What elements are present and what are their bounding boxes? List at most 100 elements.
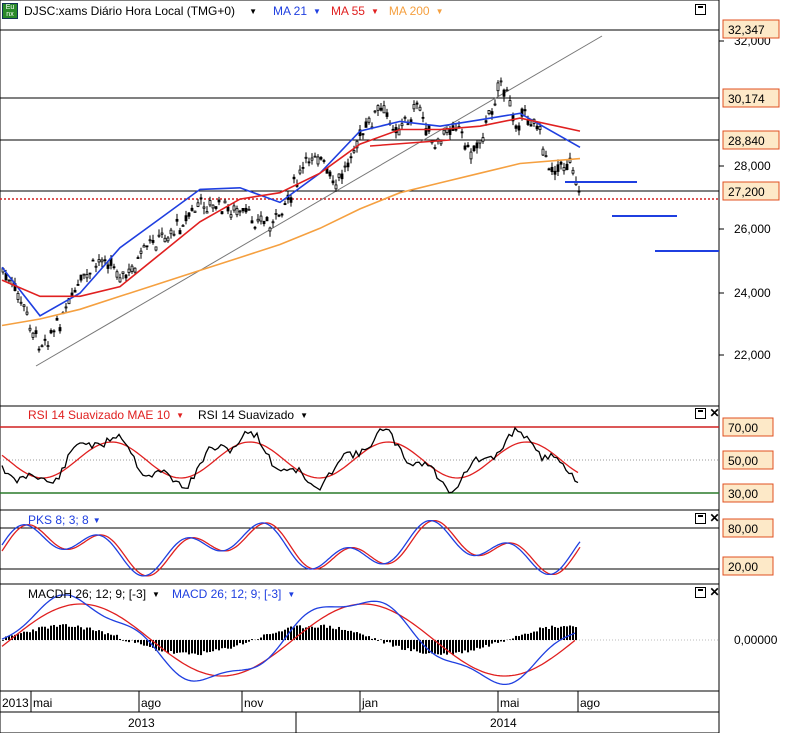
macdh-legend-label[interactable]: MACDH 26; 12; 9; [-3] bbox=[28, 587, 146, 601]
candle-body bbox=[475, 142, 479, 149]
pks-legend-label[interactable]: PKS 8; 3; 8 bbox=[28, 513, 89, 527]
macd-histogram-bar bbox=[218, 640, 220, 651]
candle-body bbox=[73, 289, 77, 293]
macd-histogram-bar bbox=[77, 625, 79, 640]
macd-histogram-bar bbox=[194, 640, 196, 654]
candle-body bbox=[58, 327, 62, 332]
chevron-down-icon[interactable]: ▼ bbox=[152, 590, 160, 599]
chevron-down-icon[interactable]: ▼ bbox=[176, 411, 184, 420]
pks-close-icon[interactable]: ✕ bbox=[709, 512, 720, 524]
candle-body bbox=[229, 214, 233, 218]
macd-histogram-bar bbox=[257, 639, 259, 640]
macd-histogram-bar bbox=[74, 626, 76, 640]
macd-histogram-bar bbox=[20, 633, 22, 640]
macd-histogram-bar bbox=[344, 629, 346, 640]
chevron-down-icon[interactable]: ▼ bbox=[300, 411, 308, 420]
candle-body bbox=[223, 200, 227, 204]
candle-body bbox=[406, 123, 410, 126]
macd-histogram-bar bbox=[203, 640, 205, 652]
candle-body bbox=[25, 311, 29, 315]
candle-body bbox=[499, 80, 503, 83]
chevron-down-icon[interactable]: ▼ bbox=[313, 7, 321, 16]
ma55-legend[interactable]: MA 55 bbox=[331, 4, 365, 18]
macd-histogram-bar bbox=[338, 626, 340, 640]
candle-body bbox=[76, 284, 80, 286]
macd-histogram-bar bbox=[476, 640, 478, 648]
macd-legend: MACDH 26; 12; 9; [-3] ▼ MACD 26; 12; 9; … bbox=[28, 587, 295, 601]
candle-body bbox=[133, 267, 137, 273]
candle-body bbox=[454, 128, 458, 131]
macd-histogram-bar bbox=[281, 631, 283, 640]
candle-body bbox=[118, 277, 122, 283]
macd-histogram-bar bbox=[299, 625, 301, 640]
macd-histogram-bar bbox=[551, 625, 553, 640]
chevron-down-icon[interactable]: ▼ bbox=[93, 516, 101, 525]
candle-body bbox=[349, 156, 353, 159]
macd-histogram-bar bbox=[410, 640, 412, 652]
candle-body bbox=[460, 131, 464, 134]
macd-histogram-bar bbox=[401, 640, 403, 650]
macd-histogram-bar bbox=[386, 640, 388, 643]
candle-body bbox=[304, 156, 308, 159]
chevron-down-icon[interactable]: ▼ bbox=[249, 7, 257, 16]
candle-body bbox=[382, 105, 386, 114]
candle-body bbox=[478, 139, 482, 144]
candle-body bbox=[274, 213, 278, 215]
candle-body bbox=[226, 206, 230, 212]
macd-histogram-bar bbox=[491, 640, 493, 644]
time-tick-label: mai bbox=[500, 696, 519, 710]
macd-histogram-bar bbox=[413, 640, 415, 650]
candle-body bbox=[49, 330, 53, 334]
candle-body bbox=[541, 148, 545, 156]
macd-minimize-button[interactable] bbox=[695, 587, 706, 598]
time-tick-label: mai bbox=[33, 696, 52, 710]
macd-histogram-bar bbox=[449, 640, 451, 653]
ma200-legend[interactable]: MA 200 bbox=[389, 4, 430, 18]
candle-body bbox=[523, 109, 527, 112]
candle-body bbox=[379, 107, 383, 111]
macd-histogram-bar bbox=[98, 630, 100, 640]
macd-histogram-bar bbox=[215, 640, 217, 650]
candle-body bbox=[55, 317, 59, 321]
candle-body bbox=[529, 124, 533, 127]
chevron-down-icon[interactable]: ▼ bbox=[371, 7, 379, 16]
candle-body bbox=[262, 220, 266, 225]
candle-body bbox=[373, 110, 377, 113]
chevron-down-icon[interactable]: ▼ bbox=[287, 590, 295, 599]
candle-body bbox=[517, 125, 521, 131]
macd-histogram-bar bbox=[176, 640, 178, 653]
macd-close-icon[interactable]: ✕ bbox=[709, 586, 720, 598]
ma21-legend[interactable]: MA 21 bbox=[273, 4, 307, 18]
candle-body bbox=[337, 173, 341, 178]
macd-histogram-bar bbox=[269, 634, 271, 640]
candle-body bbox=[265, 216, 269, 222]
minimize-button[interactable] bbox=[695, 4, 706, 15]
macd-histogram-bar bbox=[323, 624, 325, 640]
pks-minimize-button[interactable] bbox=[695, 513, 706, 524]
candle-body bbox=[208, 200, 212, 206]
candle-body bbox=[496, 82, 500, 92]
macd-histogram-bar bbox=[248, 640, 250, 642]
candle-body bbox=[175, 218, 179, 222]
macd-legend-label[interactable]: MACD 26; 12; 9; [-3] bbox=[172, 587, 281, 601]
rsi-close-icon[interactable]: ✕ bbox=[709, 407, 720, 419]
rsi-minimize-button[interactable] bbox=[695, 408, 706, 419]
time-tick-label: ago bbox=[141, 696, 161, 710]
candle-body bbox=[16, 292, 20, 300]
candle-body bbox=[472, 145, 476, 152]
macd-histogram-bar bbox=[488, 640, 490, 647]
candle-body bbox=[172, 233, 176, 236]
chevron-down-icon[interactable]: ▼ bbox=[436, 7, 444, 16]
candle-body bbox=[280, 213, 284, 216]
rsi-ma-legend[interactable]: RSI 14 Suavizado MAE 10 bbox=[28, 408, 170, 422]
candle-body bbox=[88, 272, 92, 275]
symbol-label[interactable]: DJSC:xams Diário Hora Local (TMG+0) bbox=[24, 4, 235, 18]
price-tag-label: 27,200 bbox=[728, 185, 765, 199]
macd-histogram-bar bbox=[389, 640, 391, 643]
macd-histogram-bar bbox=[527, 633, 529, 640]
candle-body bbox=[415, 102, 419, 105]
macd-histogram-bar bbox=[38, 627, 40, 640]
candle-body bbox=[364, 121, 368, 128]
rsi-legend-label[interactable]: RSI 14 Suavizado bbox=[198, 408, 294, 422]
macd-histogram-bar bbox=[68, 626, 70, 640]
